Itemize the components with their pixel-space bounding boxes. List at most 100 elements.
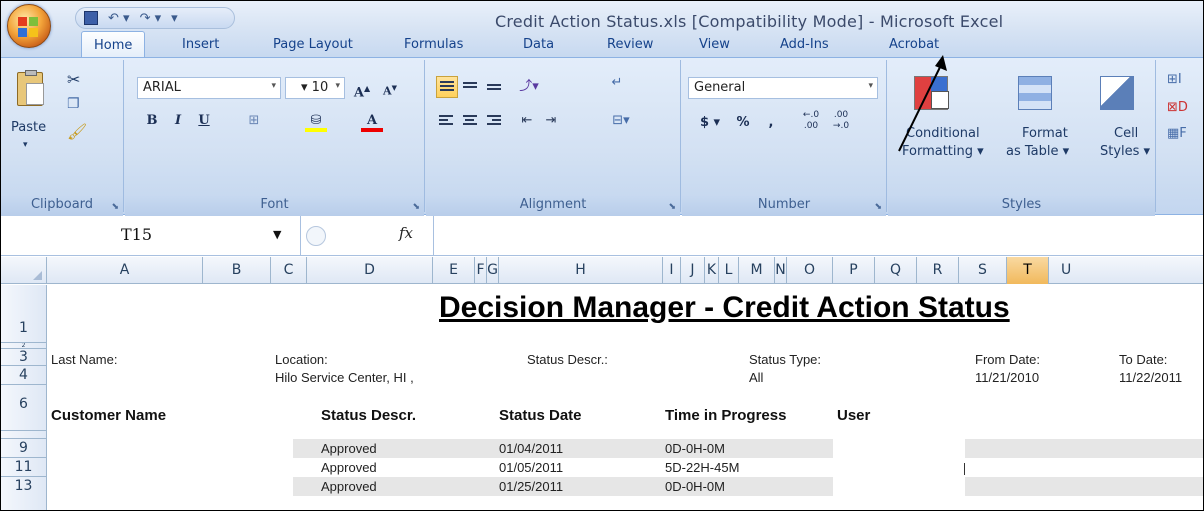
- column-header-c[interactable]: C: [271, 257, 307, 284]
- align-left-icon[interactable]: [436, 110, 458, 132]
- align-bottom-icon[interactable]: [484, 76, 506, 98]
- column-header-a[interactable]: A: [47, 257, 203, 284]
- tab-acrobat[interactable]: Acrobat: [889, 37, 939, 52]
- shrink-font-icon[interactable]: A▼: [379, 77, 401, 99]
- fill-color-icon[interactable]: ⛁: [305, 110, 327, 132]
- tab-data[interactable]: Data: [523, 37, 554, 52]
- align-center-icon[interactable]: [460, 110, 482, 132]
- redo-icon[interactable]: ↷ ▾: [140, 11, 162, 26]
- row-header-1[interactable]: 1: [1, 285, 47, 343]
- column-header-i[interactable]: I: [663, 257, 681, 284]
- column-header-h[interactable]: H: [499, 257, 663, 284]
- user-header: User: [837, 407, 871, 424]
- borders-icon[interactable]: ⊞: [243, 110, 265, 132]
- font-color-icon[interactable]: A: [361, 110, 383, 132]
- wrap-text-icon[interactable]: ↵: [606, 72, 628, 94]
- tab-review[interactable]: Review: [607, 37, 653, 52]
- select-all-corner[interactable]: [1, 257, 47, 284]
- format-as-table-label1[interactable]: Format: [1022, 126, 1068, 141]
- increase-decimal-icon[interactable]: ←.0.00: [800, 110, 822, 132]
- column-header-p[interactable]: P: [833, 257, 875, 284]
- name-box-dropdown-icon[interactable]: ▼: [273, 228, 281, 241]
- name-box[interactable]: T15 ▼: [1, 216, 301, 256]
- column-header-s[interactable]: S: [959, 257, 1007, 284]
- row-header-6[interactable]: 6: [1, 385, 47, 431]
- cell-styles-label1[interactable]: Cell: [1114, 126, 1138, 141]
- grow-font-icon[interactable]: A▲: [351, 77, 373, 100]
- format-as-table-label2[interactable]: as Table ▾: [1006, 144, 1069, 159]
- format-cells-icon[interactable]: ▦F: [1167, 126, 1187, 141]
- column-header-j[interactable]: J: [681, 257, 705, 284]
- font-launcher-icon[interactable]: ⬊: [412, 202, 420, 212]
- copy-icon[interactable]: ❐: [67, 96, 80, 112]
- align-middle-icon[interactable]: [460, 76, 482, 98]
- tab-insert[interactable]: Insert: [182, 37, 219, 52]
- font-name-combo[interactable]: ARIAL ▾: [137, 77, 281, 99]
- number-format-combo[interactable]: General ▾: [688, 77, 878, 99]
- column-header-k[interactable]: K: [705, 257, 719, 284]
- alignment-launcher-icon[interactable]: ⬊: [668, 202, 676, 212]
- decrease-decimal-icon[interactable]: .00 →.0: [830, 110, 852, 132]
- column-header-q[interactable]: Q: [875, 257, 917, 284]
- tab-add-ins[interactable]: Add-Ins: [780, 37, 829, 52]
- paste-icon[interactable]: [17, 70, 44, 106]
- tab-page-layout[interactable]: Page Layout: [273, 37, 353, 52]
- row-header-9[interactable]: 9: [1, 439, 47, 458]
- insert-function-button[interactable]: fx: [399, 224, 413, 242]
- cell-styles-icon[interactable]: [1100, 76, 1134, 110]
- underline-icon[interactable]: U: [193, 110, 215, 132]
- align-top-icon[interactable]: [436, 76, 458, 98]
- percent-style-button[interactable]: %: [732, 112, 754, 134]
- number-launcher-icon[interactable]: ⬊: [874, 202, 882, 212]
- undo-icon[interactable]: ↶ ▾: [108, 11, 130, 26]
- save-icon[interactable]: [84, 11, 98, 25]
- column-header-n[interactable]: N: [775, 257, 787, 284]
- format-as-table-icon[interactable]: [1018, 76, 1052, 110]
- column-header-e[interactable]: E: [433, 257, 475, 284]
- column-header-o[interactable]: O: [787, 257, 833, 284]
- format-painter-icon[interactable]: 🖌: [67, 122, 87, 141]
- italic-icon[interactable]: I: [167, 110, 189, 132]
- cut-icon[interactable]: ✂: [67, 70, 80, 89]
- font-size-combo[interactable]: ▾ 10 ▾: [285, 77, 345, 99]
- row-header-4[interactable]: 4: [1, 366, 47, 385]
- formula-bar-handle-icon[interactable]: [306, 226, 326, 246]
- column-header-u[interactable]: U: [1049, 257, 1203, 284]
- align-right-icon[interactable]: [484, 110, 506, 132]
- report-title: Decision Manager - Credit Action Status: [439, 291, 1010, 324]
- row-header-13[interactable]: 13: [1, 477, 47, 510]
- accounting-format-button[interactable]: $ ▾: [692, 112, 728, 134]
- column-header-r[interactable]: R: [917, 257, 959, 284]
- formula-input[interactable]: [433, 216, 1203, 256]
- tab-view[interactable]: View: [699, 37, 730, 52]
- tab-home[interactable]: Home: [81, 31, 146, 59]
- column-header-d[interactable]: D: [307, 257, 433, 284]
- column-header-t[interactable]: T: [1007, 257, 1049, 284]
- paste-dropdown-icon[interactable]: ▾: [23, 140, 28, 150]
- increase-indent-icon[interactable]: ⇥: [540, 110, 562, 132]
- paste-button[interactable]: Paste: [11, 120, 46, 135]
- customize-qat-icon[interactable]: ▾: [171, 11, 178, 26]
- status-type-label: Status Type:: [749, 352, 822, 367]
- bold-icon[interactable]: B: [141, 110, 163, 132]
- tab-formulas[interactable]: Formulas: [404, 37, 463, 52]
- row-header-3[interactable]: 3: [1, 349, 47, 366]
- column-header-f[interactable]: F: [475, 257, 487, 284]
- merge-center-icon[interactable]: ⊟▾: [606, 110, 636, 132]
- clipboard-launcher-icon[interactable]: ⬊: [111, 202, 119, 212]
- insert-cells-icon[interactable]: ⊞I: [1167, 72, 1182, 87]
- customer-name-header: Customer Name: [51, 407, 167, 424]
- comma-style-button[interactable]: ,: [760, 112, 782, 134]
- to-date-value: 11/22/2011: [1119, 370, 1183, 385]
- row-header-11[interactable]: 11: [1, 458, 47, 477]
- cell-styles-label2[interactable]: Styles ▾: [1100, 144, 1150, 159]
- column-header-b[interactable]: B: [203, 257, 271, 284]
- row-11-status: Approved: [321, 460, 377, 475]
- column-header-g[interactable]: G: [487, 257, 499, 284]
- column-header-l[interactable]: L: [719, 257, 739, 284]
- delete-cells-icon[interactable]: ⊠D: [1167, 100, 1188, 115]
- decrease-indent-icon[interactable]: ⇤: [516, 110, 538, 132]
- row-11-date: 01/05/2011: [499, 460, 564, 475]
- orientation-icon[interactable]: ⤴▾: [518, 76, 540, 98]
- column-header-m[interactable]: M: [739, 257, 775, 284]
